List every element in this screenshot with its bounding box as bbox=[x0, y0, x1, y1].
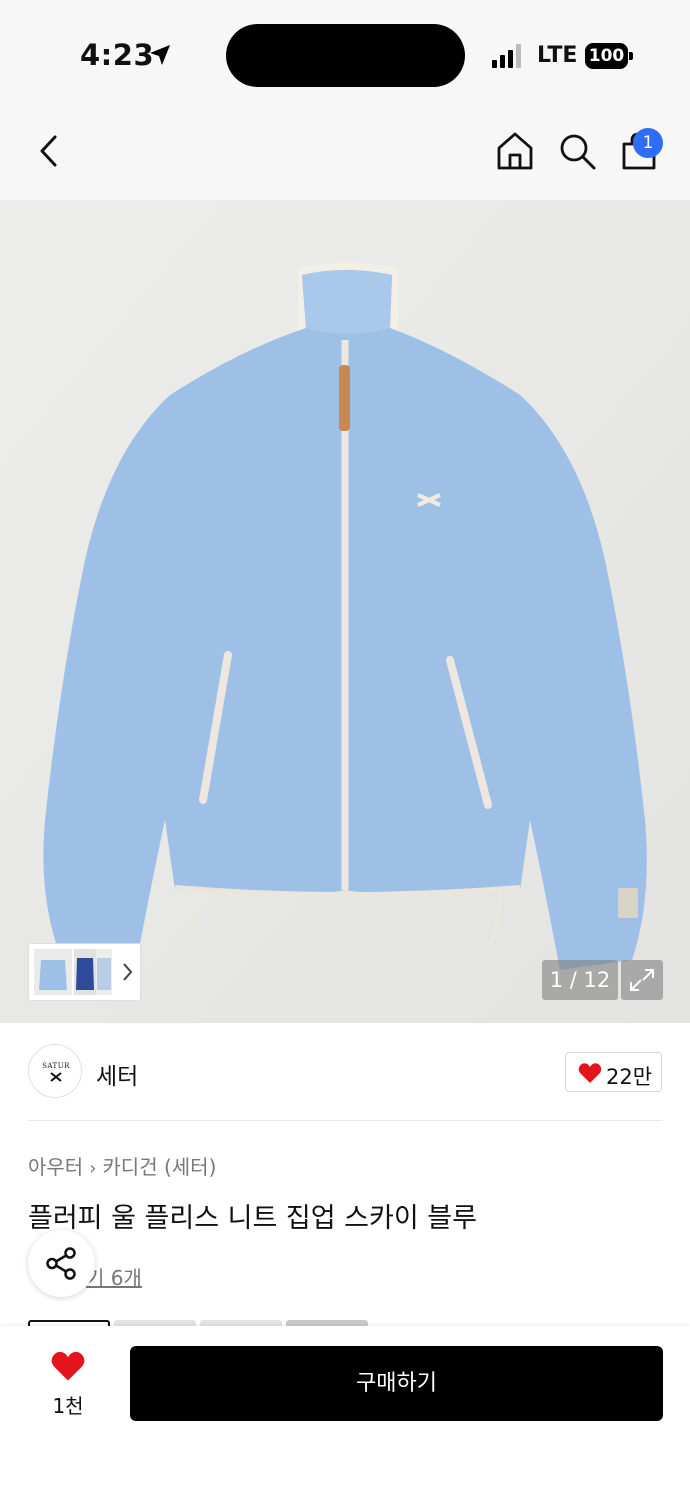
breadcrumb-subcategory[interactable]: 카디건 (세터) bbox=[102, 1151, 216, 1180]
image-counter: 1 / 12 bbox=[542, 960, 618, 1000]
expand-icon[interactable] bbox=[621, 960, 663, 1000]
back-chevron-icon[interactable] bbox=[28, 129, 72, 173]
heart-icon bbox=[51, 1351, 85, 1381]
breadcrumb: 아우터 › 카디건 (세터) bbox=[28, 1151, 216, 1180]
product-image[interactable] bbox=[0, 200, 690, 1023]
share-button[interactable] bbox=[28, 1230, 95, 1297]
thumbnail-previews bbox=[34, 949, 133, 995]
breadcrumb-chevron-icon: › bbox=[89, 1158, 97, 1179]
product-title: 플러피 울 플리스 니트 집업 스카이 블루 bbox=[28, 1203, 477, 1234]
brand-name[interactable]: 세터 bbox=[96, 1057, 138, 1091]
wishlist-button[interactable]: 1천 bbox=[30, 1346, 106, 1422]
location-arrow-icon bbox=[150, 45, 170, 65]
dynamic-island bbox=[226, 24, 465, 87]
divider bbox=[28, 1120, 662, 1121]
battery-level: 100 bbox=[585, 43, 628, 69]
signal-icon bbox=[492, 44, 521, 68]
brand-logo[interactable]: SATUR bbox=[28, 1044, 82, 1098]
brand-logo-text: SATUR bbox=[42, 1062, 70, 1070]
brand-like-button[interactable]: 22만 bbox=[565, 1052, 662, 1092]
brand-logo-mark bbox=[50, 1072, 62, 1082]
brand-like-count: 22만 bbox=[606, 1065, 653, 1089]
battery-icon: 100 bbox=[585, 43, 633, 69]
thumbnail-strip[interactable] bbox=[28, 943, 141, 1001]
network-label: LTE bbox=[537, 43, 578, 68]
wishlist-count: 1천 bbox=[52, 1394, 84, 1418]
search-icon[interactable] bbox=[555, 129, 599, 173]
status-bar: 4:23 LTE 100 bbox=[0, 0, 690, 105]
buy-button[interactable]: 구매하기 bbox=[130, 1346, 663, 1421]
home-icon[interactable] bbox=[493, 129, 537, 173]
breadcrumb-category[interactable]: 아우터 bbox=[28, 1151, 83, 1180]
status-time: 4:23 bbox=[80, 38, 155, 72]
sweater-photo bbox=[0, 200, 690, 1023]
nav-bar bbox=[0, 105, 690, 200]
cart-count-badge: 1 bbox=[633, 128, 663, 158]
heart-icon bbox=[578, 1063, 602, 1083]
share-icon bbox=[46, 1247, 76, 1280]
